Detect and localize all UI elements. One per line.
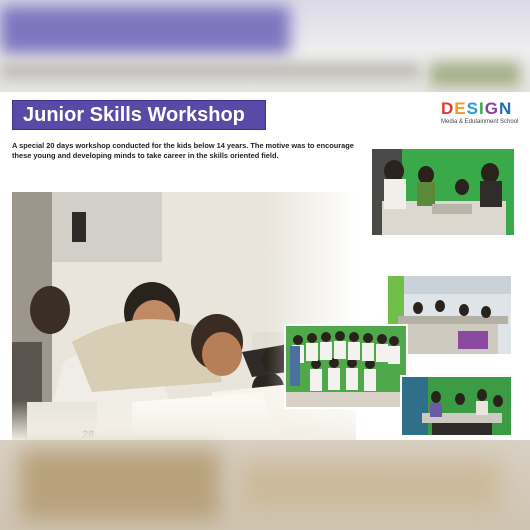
logo-subtitle: Media & Edutainment School — [441, 119, 519, 125]
photo-group-kids — [284, 324, 408, 409]
photo-meeting-green — [400, 375, 513, 437]
photo-kids-green-room — [370, 147, 516, 237]
blurred-shape-right — [240, 460, 500, 510]
blurred-shape-left — [20, 450, 220, 520]
logo-wordmark: DESIGN — [441, 99, 513, 118]
workshop-card: Junior Skills Workshop DESIGN Media & Ed… — [0, 92, 530, 440]
workshop-description: A special 20 days workshop conducted for… — [12, 141, 354, 160]
workshop-title: Junior Skills Workshop — [12, 100, 266, 130]
blurred-background-bottom — [0, 440, 530, 530]
blurred-background-top — [0, 0, 530, 92]
blurred-photo-shape — [430, 62, 520, 86]
blurred-title-shape — [0, 6, 290, 54]
blurred-text-strip — [0, 62, 420, 80]
design-logo: DESIGN Media & Edutainment School — [441, 99, 519, 126]
